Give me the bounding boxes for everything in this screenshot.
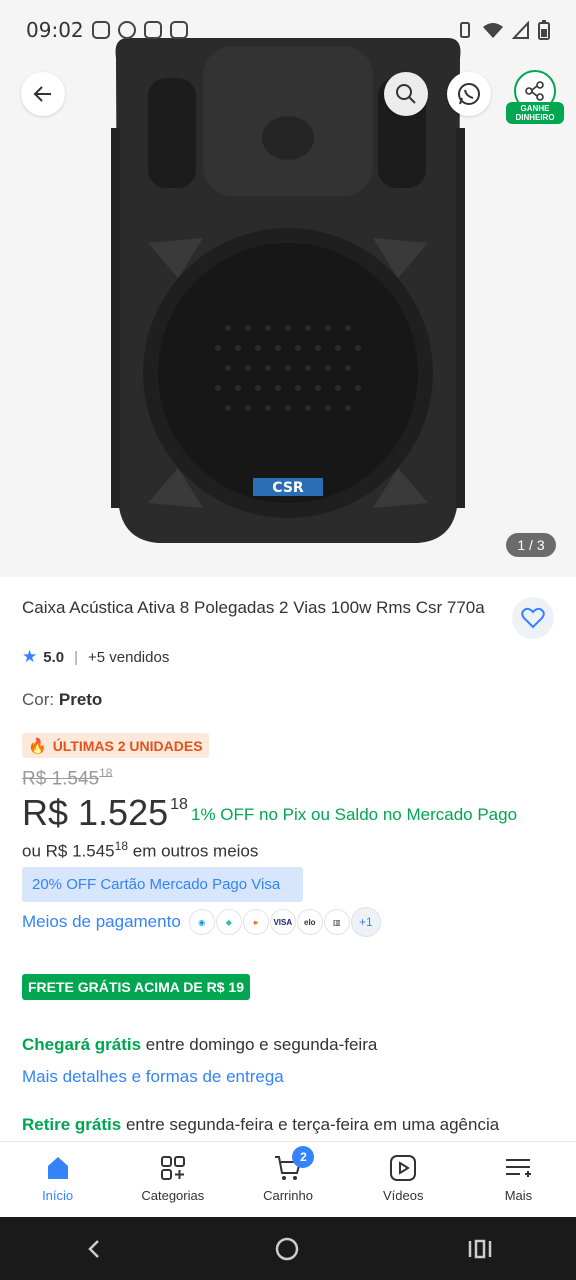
video-icon [390,1155,417,1181]
boleto-icon: ▥ [323,909,350,935]
rating-score: 5.0 [43,648,65,666]
free-shipping-badge: FRETE GRÁTIS ACIMA DE R$ 19 [22,974,250,1000]
product-gallery[interactable]: 09:02 CSR GANHE DINHEIRO 1 / 3 [0,0,576,577]
status-time: 09:02 [26,18,84,42]
payment-more[interactable]: +1 [350,907,381,937]
system-nav-bar [0,1217,576,1280]
card-promo-badge: 20% OFF Cartão Mercado Pago Visa [22,867,303,902]
nav-categories-label: Categorias [141,1188,205,1203]
arrive-free: Chegará grátis [22,1035,142,1054]
rating-row[interactable]: ★ 5.0 | +5 vendidos [22,647,169,667]
heart-icon [521,607,545,629]
elo-icon: elo [296,909,323,935]
nav-home[interactable]: Início [0,1142,115,1217]
favorite-button[interactable] [512,597,554,639]
share-icon [525,81,544,101]
alt-price-suffix: em outros meios [132,841,259,861]
back-button[interactable] [21,72,65,116]
arrow-left-icon [33,86,51,102]
old-price-value: R$ 1.545 [22,768,100,790]
old-price-cents: 18 [99,766,113,780]
speaker-logo: CSR [272,480,304,496]
signal-icon [512,21,529,39]
stock-badge: 🔥 ÚLTIMAS 2 UNIDADES [22,733,209,758]
system-icons [456,20,550,40]
vibrate-icon [460,22,470,38]
product-title: Caixa Acústica Ativa 8 Polegadas 2 Vias … [22,598,485,617]
pix-off: 1% OFF [191,805,255,824]
nav-categories[interactable]: Categorias [115,1142,230,1217]
share-badge: GANHE DINHEIRO [506,102,564,124]
pix-discount: 1% OFF no Pix ou Saldo no Mercado Pago [191,805,517,825]
alt-price: ou R$ 1.54518 em outros meios [22,839,258,862]
more-icon [506,1159,532,1177]
nav-cart[interactable]: 2 Carrinho [230,1142,345,1217]
battery-icon [538,20,550,40]
system-recents-icon[interactable] [467,1237,493,1261]
cart-badge: 2 [292,1146,315,1168]
delivery-estimate: Chegará grátis entre domingo e segunda-f… [22,1035,377,1055]
alt-price-prefix: ou R$ 1.545 [22,841,115,861]
nav-more-label: Mais [504,1188,533,1203]
sold-count: +5 vendidos [88,648,170,666]
whatsapp-notification-icon [117,21,136,39]
divider: | [74,648,79,666]
wifi-icon [483,23,503,38]
search-button[interactable] [384,72,428,116]
pickup-estimate: Retire grátis entre segunda-feira e terç… [22,1115,499,1135]
pickup-free: Retire grátis [22,1115,122,1134]
stock-text: ÚLTIMAS 2 UNIDADES [52,737,203,754]
mastercard-icon: ● ● [242,909,269,935]
alt-price-cents: 18 [114,839,128,853]
pickup-text: entre segunda-feira e terça-feira em uma… [125,1115,500,1134]
pix-icon: ◆ [215,909,242,935]
categories-icon [160,1156,185,1180]
nav-more[interactable]: Mais [461,1142,576,1217]
old-price: R$ 1.54518 [22,766,112,790]
payment-methods-link[interactable]: Meios de pagamento [22,912,181,932]
instagram-icon [143,21,162,39]
whatsapp-icon [458,83,480,105]
color-value: Preto [58,690,103,709]
delivery-details-link[interactable]: Mais detalhes e formas de entrega [22,1067,284,1087]
color-row: Cor: Preto [22,690,102,710]
current-price: R$ 1.525 18 [22,792,188,834]
price-value: R$ 1.525 [22,792,169,833]
color-label: Cor: [22,690,55,709]
payment-methods-row[interactable]: Meios de pagamento ◉ ◆ ● ● VISA elo ▥ +1 [22,907,381,937]
notification-icons [91,21,188,39]
share-earn-button[interactable]: GANHE DINHEIRO [506,70,564,126]
price-cents: 18 [170,796,188,813]
arrive-text: entre domingo e segunda-feira [145,1035,378,1054]
nav-videos[interactable]: Vídeos [346,1142,461,1217]
status-bar: 09:02 [0,0,576,60]
instagram-icon [91,21,110,39]
bottom-nav: Início Categorias 2 Carrinho Vídeos Mais [0,1141,576,1217]
shopping-bag-icon [169,21,188,39]
star-icon: ★ [22,647,38,666]
nav-videos-label: Vídeos [382,1188,424,1203]
mercado-pago-icon: ◉ [188,909,215,935]
system-back-icon[interactable] [83,1237,107,1261]
search-icon [396,84,416,104]
nav-cart-label: Carrinho [263,1188,313,1203]
whatsapp-share-button[interactable] [447,72,491,116]
nav-home-label: Início [42,1188,74,1203]
image-counter: 1 / 3 [506,533,556,557]
pix-text: no Pix ou Saldo no Mercado Pago [259,805,518,824]
home-icon [47,1157,68,1179]
system-home-icon[interactable] [274,1236,300,1262]
visa-icon: VISA [269,909,296,935]
flame-icon: 🔥 [28,737,47,755]
